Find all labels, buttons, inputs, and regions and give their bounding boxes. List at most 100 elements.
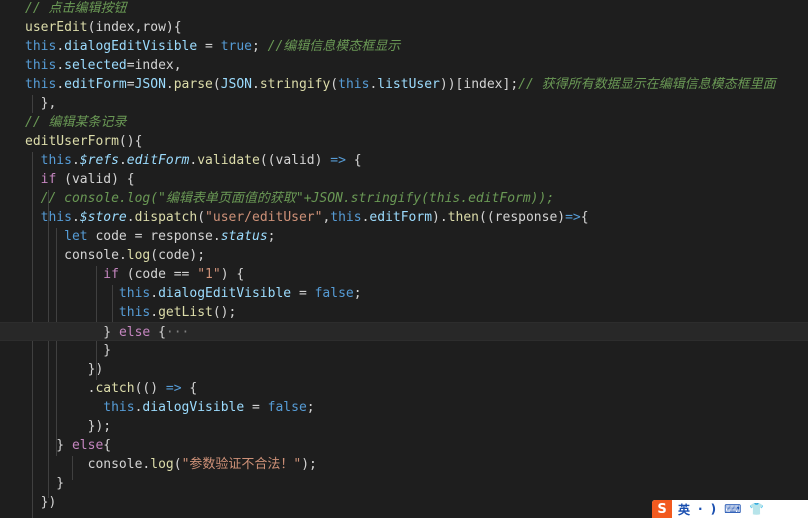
code-token: parse bbox=[173, 77, 213, 92]
code-token: = bbox=[126, 77, 135, 92]
code-token: . bbox=[25, 381, 96, 396]
code-token: this bbox=[118, 305, 151, 320]
code-line[interactable]: this.dialogVisible = false; bbox=[0, 398, 808, 417]
code-token: // 点击编辑按钮 bbox=[25, 1, 127, 16]
code-token: { bbox=[103, 438, 112, 453]
code-token: // console.log("编辑表单页面值的获取"+JSON.stringi… bbox=[40, 191, 555, 206]
code-token: }, bbox=[25, 96, 57, 111]
code-line[interactable]: let code = response.status; bbox=[0, 227, 808, 246]
ime-skin-icon[interactable]: 👕 bbox=[749, 502, 764, 516]
code-line[interactable]: // 编辑某条记录 bbox=[0, 113, 808, 132]
ime-toolbar[interactable]: S 英 · ) ⌨ 👕 bbox=[652, 500, 808, 518]
code-line[interactable]: if (valid) { bbox=[0, 170, 808, 189]
code-token: (() bbox=[134, 381, 166, 396]
code-token: => bbox=[330, 153, 346, 168]
code-token: => bbox=[165, 381, 182, 396]
code-token: . bbox=[71, 210, 80, 225]
ime-keyboard-icon[interactable]: ⌨ bbox=[724, 502, 741, 516]
code-token: listUser bbox=[377, 77, 440, 92]
code-token: editForm bbox=[64, 77, 127, 92]
code-token: (){ bbox=[118, 134, 143, 149]
code-token: (); bbox=[212, 305, 237, 320]
code-token: . bbox=[165, 77, 174, 92]
code-line[interactable]: } else {··· bbox=[0, 322, 808, 341]
code-line[interactable]: }) bbox=[0, 360, 808, 379]
code-line[interactable]: } bbox=[0, 474, 808, 493]
code-token: { bbox=[181, 381, 198, 396]
code-token: log bbox=[126, 248, 151, 263]
code-token: ; bbox=[306, 400, 315, 415]
code-line[interactable]: if (code == "1") { bbox=[0, 265, 808, 284]
code-line[interactable]: this.getList(); bbox=[0, 303, 808, 322]
code-line[interactable]: } else{ bbox=[0, 436, 808, 455]
code-token: . bbox=[56, 58, 65, 73]
code-line[interactable]: editUserForm(){ bbox=[0, 132, 808, 151]
code-token: log bbox=[150, 457, 174, 472]
code-line[interactable]: }); bbox=[0, 417, 808, 436]
code-token: dialogEditVisible bbox=[158, 286, 292, 301]
code-token: { bbox=[150, 325, 166, 340]
code-token: }); bbox=[25, 419, 112, 434]
code-line[interactable]: .catch(() => { bbox=[0, 379, 808, 398]
code-token: { bbox=[580, 210, 589, 225]
code-line[interactable]: this.selected=index, bbox=[0, 56, 808, 75]
code-line[interactable]: this.$store.dispatch("user/editUser",thi… bbox=[0, 208, 808, 227]
code-token: (code); bbox=[150, 248, 206, 263]
code-line[interactable]: userEdit(index,row){ bbox=[0, 18, 808, 37]
code-token: = bbox=[197, 39, 221, 54]
sogou-logo-icon[interactable]: S bbox=[652, 500, 672, 518]
code-token: "1" bbox=[197, 267, 221, 282]
code-token: dispatch bbox=[134, 210, 198, 225]
ime-mode-toggle[interactable]: 英 bbox=[678, 501, 690, 518]
code-token: $refs bbox=[79, 153, 119, 168]
code-token: "参数验证不合法！" bbox=[181, 457, 302, 472]
code-token: = bbox=[244, 400, 268, 415]
code-token: ; bbox=[252, 39, 268, 54]
code-token: . bbox=[56, 77, 65, 92]
code-token: then bbox=[447, 210, 480, 225]
code-line[interactable]: }, bbox=[0, 94, 808, 113]
code-token: "user/editUser" bbox=[205, 210, 323, 225]
code-token: } bbox=[25, 343, 112, 358]
code-line[interactable]: // console.log("编辑表单页面值的获取"+JSON.stringi… bbox=[0, 189, 808, 208]
code-line[interactable]: } bbox=[0, 341, 808, 360]
code-editor[interactable]: // 点击编辑按钮 userEdit(index,row){this.dialog… bbox=[0, 0, 808, 518]
code-line[interactable]: this.editForm=JSON.parse(JSON.stringify(… bbox=[0, 75, 808, 94]
code-token: code = response. bbox=[87, 229, 221, 244]
code-token: this bbox=[25, 58, 57, 73]
code-token: false bbox=[314, 286, 354, 301]
code-token: ))[index]; bbox=[439, 77, 519, 92]
code-token: JSON bbox=[134, 77, 166, 92]
code-token: else bbox=[118, 325, 151, 340]
code-token: (index,row){ bbox=[87, 20, 182, 35]
code-line[interactable]: this.dialogEditVisible = true; //编辑信息模态框… bbox=[0, 37, 808, 56]
code-line[interactable]: console.log(code); bbox=[0, 246, 808, 265]
code-token: let bbox=[64, 229, 88, 244]
code-token: this bbox=[338, 77, 370, 92]
code-token: (valid) { bbox=[56, 172, 135, 187]
code-token: } bbox=[25, 438, 72, 453]
code-token: this bbox=[118, 286, 151, 301]
code-token: if bbox=[40, 172, 57, 187]
code-token: true bbox=[220, 39, 252, 54]
ime-moon-icon[interactable]: ) bbox=[711, 502, 716, 516]
code-line[interactable]: console.log("参数验证不合法！"); bbox=[0, 455, 808, 474]
code-token: ( bbox=[330, 77, 339, 92]
code-line[interactable]: this.$refs.editForm.validate((valid) => … bbox=[0, 151, 808, 170]
code-line[interactable]: this.dialogEditVisible = false; bbox=[0, 284, 808, 303]
code-token: dialogEditVisible bbox=[64, 39, 198, 54]
code-token: JSON bbox=[220, 77, 253, 92]
ime-punctuation-icon[interactable]: · bbox=[698, 502, 703, 516]
code-token: // 编辑某条记录 bbox=[25, 115, 127, 130]
code-token: (code == bbox=[118, 267, 198, 282]
code-token: => bbox=[565, 210, 581, 225]
code-line[interactable]: // 点击编辑按钮 bbox=[0, 0, 808, 18]
code-token: = bbox=[291, 286, 315, 301]
code-token: ( bbox=[197, 210, 206, 225]
code-token: this bbox=[103, 400, 135, 415]
